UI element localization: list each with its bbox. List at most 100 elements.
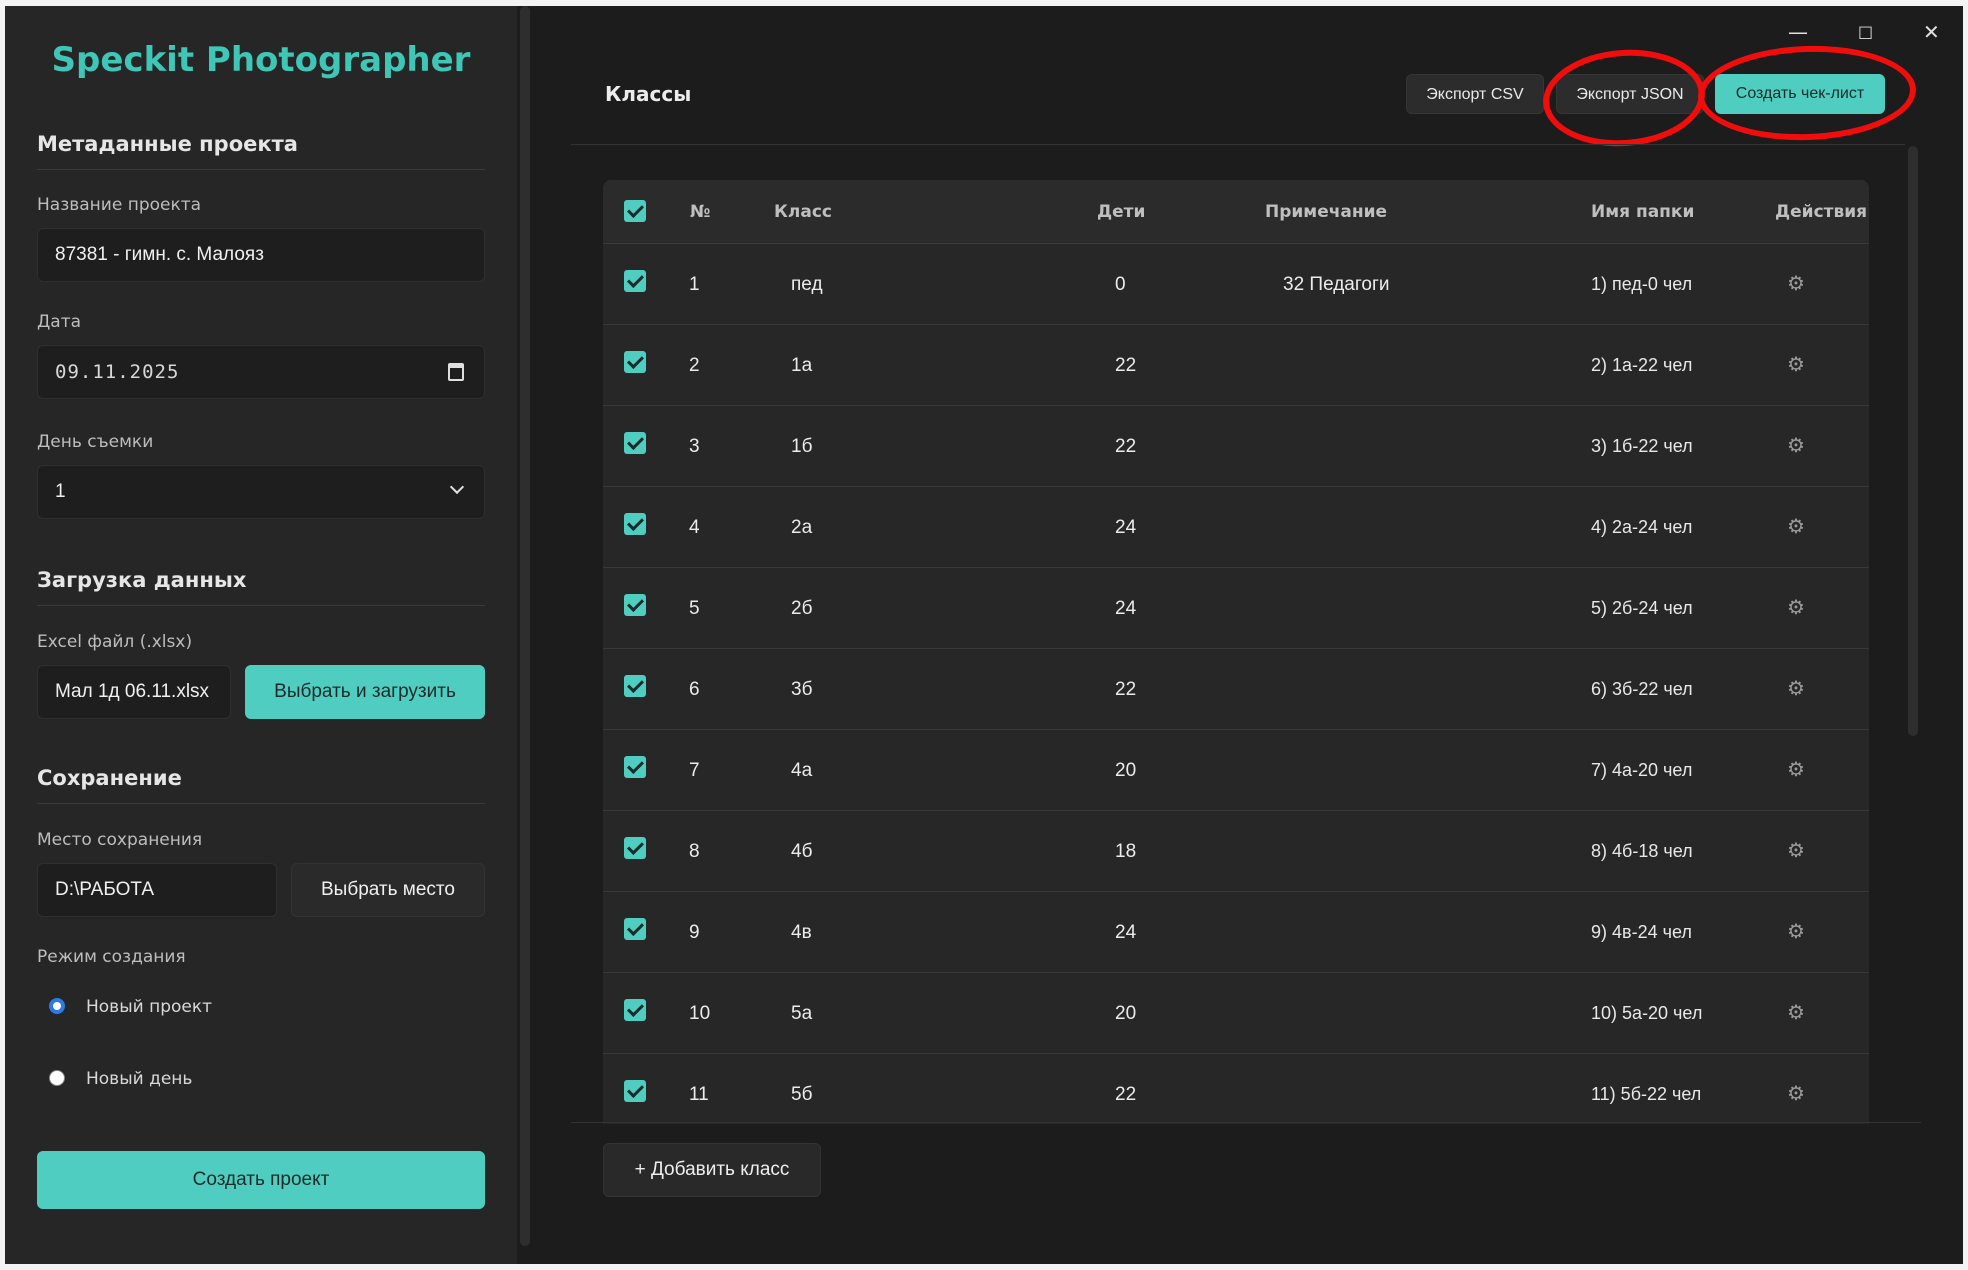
export-csv-button[interactable]: Экспорт CSV <box>1406 74 1544 114</box>
minimize-icon[interactable]: — <box>1788 20 1808 44</box>
row-checkbox[interactable] <box>624 756 646 778</box>
excel-file-input[interactable]: Мал 1д 06.11.xlsx <box>37 665 231 719</box>
select-and-upload-button[interactable]: Выбрать и загрузить <box>245 665 485 719</box>
row-class[interactable]: 1а <box>791 325 812 406</box>
row-checkbox[interactable] <box>624 1080 646 1102</box>
app-title: Speckit Photographer <box>51 40 471 80</box>
table-row[interactable]: 1 пед 0 32 Педагоги 1) пед-0 чел ⚙ <box>603 244 1869 325</box>
maximize-icon[interactable]: □ <box>1858 22 1873 41</box>
create-project-button[interactable]: Создать проект <box>37 1151 485 1209</box>
row-class[interactable]: 5б <box>791 1054 812 1124</box>
gear-icon[interactable]: ⚙ <box>1787 892 1805 973</box>
row-checkbox[interactable] <box>624 351 646 373</box>
table-row[interactable]: 6 3б 22 6) 3б-22 чел ⚙ <box>603 649 1869 730</box>
row-checkbox[interactable] <box>624 513 646 535</box>
row-children[interactable]: 22 <box>1115 406 1136 487</box>
table-row[interactable]: 11 5б 22 11) 5б-22 чел ⚙ <box>603 1054 1869 1124</box>
choose-location-button[interactable]: Выбрать место <box>291 863 485 917</box>
gear-icon[interactable]: ⚙ <box>1787 973 1805 1054</box>
row-class[interactable]: 4в <box>791 892 812 973</box>
row-checkbox[interactable] <box>624 999 646 1021</box>
row-number: 3 <box>689 436 700 457</box>
column-header-actions[interactable]: Действия <box>1775 180 1867 244</box>
row-children[interactable]: 0 <box>1115 244 1126 325</box>
row-children[interactable]: 22 <box>1115 325 1136 406</box>
table-row[interactable]: 10 5а 20 10) 5а-20 чел ⚙ <box>603 973 1869 1054</box>
row-class[interactable]: 4а <box>791 730 812 811</box>
column-header-note[interactable]: Примечание <box>1265 180 1387 244</box>
row-folder: 10) 5а-20 чел <box>1591 1003 1703 1023</box>
row-checkbox[interactable] <box>624 594 646 616</box>
row-children[interactable]: 20 <box>1115 973 1136 1054</box>
column-header-number[interactable]: № <box>690 180 710 244</box>
date-input[interactable]: 09.11.2025 <box>37 345 485 399</box>
gear-icon[interactable]: ⚙ <box>1787 568 1805 649</box>
divider <box>37 169 485 170</box>
row-class[interactable]: 2б <box>791 568 812 649</box>
gear-icon[interactable]: ⚙ <box>1787 244 1805 325</box>
table-row[interactable]: 9 4в 24 9) 4в-24 чел ⚙ <box>603 892 1869 973</box>
row-folder: 8) 4б-18 чел <box>1591 841 1693 861</box>
save-location-input[interactable]: D:\РАБОТА <box>37 863 277 917</box>
row-children[interactable]: 22 <box>1115 649 1136 730</box>
gear-icon[interactable]: ⚙ <box>1787 1054 1805 1124</box>
sidebar-scrollbar[interactable] <box>520 6 530 1246</box>
row-number: 7 <box>689 760 700 781</box>
radio-new-project-label[interactable]: Новый проект <box>86 997 212 1017</box>
row-note[interactable]: 32 Педагоги <box>1283 244 1390 325</box>
creation-mode-label: Режим создания <box>37 947 186 967</box>
gear-icon[interactable]: ⚙ <box>1787 730 1805 811</box>
row-folder: 7) 4а-20 чел <box>1591 760 1693 780</box>
row-class[interactable]: 4б <box>791 811 812 892</box>
calendar-icon[interactable] <box>448 363 464 381</box>
shoot-day-label: День съемки <box>37 432 154 452</box>
row-number: 6 <box>689 679 700 700</box>
gear-icon[interactable]: ⚙ <box>1787 487 1805 568</box>
table-row[interactable]: 5 2б 24 5) 2б-24 чел ⚙ <box>603 568 1869 649</box>
chevron-down-icon <box>449 479 465 495</box>
row-children[interactable]: 24 <box>1115 568 1136 649</box>
radio-new-day[interactable] <box>49 1070 65 1086</box>
table-row[interactable]: 8 4б 18 8) 4б-18 чел ⚙ <box>603 811 1869 892</box>
radio-new-day-label[interactable]: Новый день <box>86 1069 192 1089</box>
row-children[interactable]: 18 <box>1115 811 1136 892</box>
shoot-day-select[interactable]: 1 <box>37 465 485 519</box>
table-row[interactable]: 4 2а 24 4) 2а-24 чел ⚙ <box>603 487 1869 568</box>
gear-icon[interactable]: ⚙ <box>1787 811 1805 892</box>
row-children[interactable]: 20 <box>1115 730 1136 811</box>
row-class[interactable]: пед <box>791 244 823 325</box>
gear-icon[interactable]: ⚙ <box>1787 649 1805 730</box>
column-header-children[interactable]: Дети <box>1097 180 1145 244</box>
table-scrollbar[interactable] <box>1908 146 1918 736</box>
gear-icon[interactable]: ⚙ <box>1787 406 1805 487</box>
column-header-class[interactable]: Класс <box>774 180 832 244</box>
row-class[interactable]: 3б <box>791 649 812 730</box>
row-checkbox[interactable] <box>624 432 646 454</box>
row-folder: 2) 1а-22 чел <box>1591 355 1693 375</box>
select-all-checkbox[interactable] <box>624 200 646 222</box>
project-name-input[interactable]: 87381 - гимн. с. Малояз <box>37 228 485 282</box>
close-icon[interactable]: ✕ <box>1923 20 1940 44</box>
footer-divider <box>571 1122 1921 1123</box>
row-class[interactable]: 2а <box>791 487 812 568</box>
add-class-button[interactable]: + Добавить класс <box>603 1143 821 1197</box>
row-number: 5 <box>689 598 700 619</box>
row-checkbox[interactable] <box>624 675 646 697</box>
row-checkbox[interactable] <box>624 270 646 292</box>
table-row[interactable]: 7 4а 20 7) 4а-20 чел ⚙ <box>603 730 1869 811</box>
radio-new-project[interactable] <box>49 998 65 1014</box>
row-children[interactable]: 24 <box>1115 892 1136 973</box>
table-row[interactable]: 3 1б 22 3) 1б-22 чел ⚙ <box>603 406 1869 487</box>
date-label: Дата <box>37 312 82 332</box>
row-class[interactable]: 1б <box>791 406 812 487</box>
row-class[interactable]: 5а <box>791 973 812 1054</box>
row-number: 10 <box>689 1003 711 1024</box>
row-checkbox[interactable] <box>624 837 646 859</box>
gear-icon[interactable]: ⚙ <box>1787 325 1805 406</box>
table-row[interactable]: 2 1а 22 2) 1а-22 чел ⚙ <box>603 325 1869 406</box>
column-header-folder[interactable]: Имя папки <box>1591 180 1694 244</box>
row-children[interactable]: 22 <box>1115 1054 1136 1124</box>
divider <box>37 803 485 804</box>
row-checkbox[interactable] <box>624 918 646 940</box>
row-children[interactable]: 24 <box>1115 487 1136 568</box>
